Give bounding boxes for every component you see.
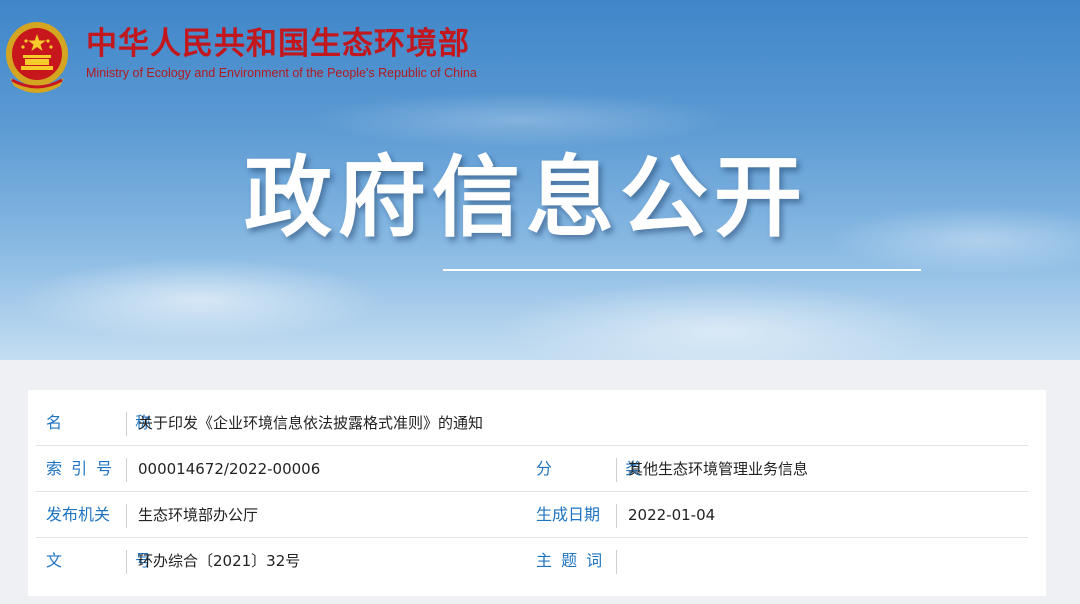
category-value: 其他生态环境管理业务信息 — [628, 460, 809, 478]
ministry-name-en[interactable]: Ministry of Ecology and Environment of t… — [86, 66, 477, 80]
title-underline — [443, 269, 921, 271]
info-row-docno: 文 号 环办综合〔2021〕32号 主 题 词 — [28, 538, 1046, 584]
label-separator — [616, 458, 617, 482]
document-info-card: 名 称 关于印发《企业环境信息依法披露格式准则》的通知 索 引 号 000014… — [28, 390, 1046, 596]
header-banner: 中华人民共和国生态环境部 Ministry of Ecology and Env… — [0, 0, 1080, 360]
label-separator — [616, 550, 617, 574]
issuer-label: 发布机关 — [46, 505, 111, 524]
ministry-name-cn[interactable]: 中华人民共和国生态环境部 — [86, 26, 470, 62]
label-separator — [126, 458, 127, 482]
label-separator — [616, 504, 617, 528]
index-value: 000014672/2022-00006 — [138, 460, 321, 478]
info-row-name: 名 称 关于印发《企业环境信息依法披露格式准则》的通知 — [28, 400, 1046, 446]
info-row-index: 索 引 号 000014672/2022-00006 分 类 其他生态环境管理业… — [28, 446, 1046, 492]
national-emblem-icon — [6, 22, 68, 93]
date-label: 生成日期 — [536, 505, 601, 524]
label-separator — [126, 504, 127, 528]
subject-label: 主 题 词 — [536, 551, 605, 570]
index-label: 索 引 号 — [46, 459, 115, 478]
name-value: 关于印发《企业环境信息依法披露格式准则》的通知 — [138, 414, 484, 432]
label-separator — [126, 412, 127, 436]
label-separator — [126, 550, 127, 574]
date-value: 2022-01-04 — [628, 506, 716, 524]
docno-value: 环办综合〔2021〕32号 — [138, 552, 301, 570]
issuer-value: 生态环境部办公厅 — [138, 506, 259, 524]
page-title: 政府信息公开 — [244, 146, 809, 249]
info-row-issuer: 发布机关 生态环境部办公厅 生成日期 2022-01-04 — [28, 492, 1046, 538]
